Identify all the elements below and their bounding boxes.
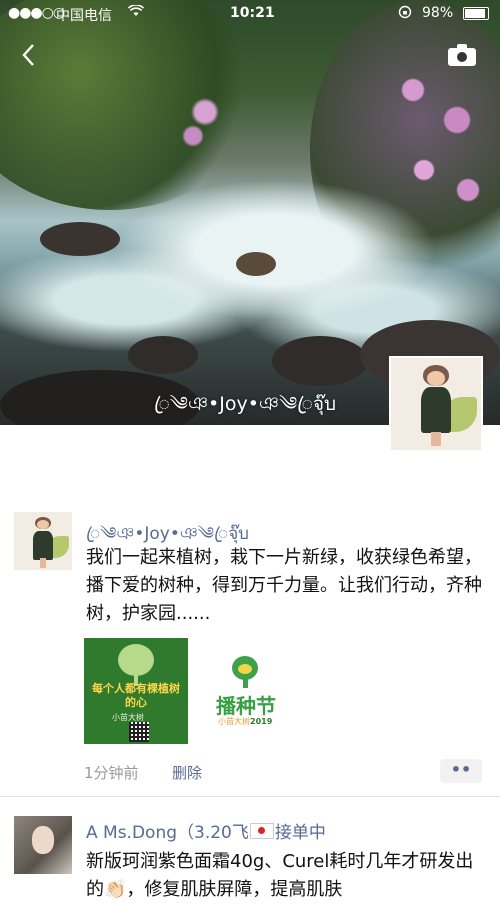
- carrier-name: 中国电信: [56, 8, 112, 24]
- post-image[interactable]: 每个人都有棵植树的心 小苗大树: [84, 638, 188, 744]
- cover-rock: [236, 252, 276, 276]
- avatar[interactable]: [14, 512, 72, 570]
- post-image[interactable]: 播种节 小苗大树2019: [198, 638, 302, 744]
- cover-rock: [40, 222, 120, 256]
- profile-avatar[interactable]: [389, 356, 483, 452]
- cover-rock: [272, 336, 368, 386]
- cover-rock: [128, 336, 198, 374]
- delete-link[interactable]: 删除: [172, 762, 202, 783]
- avatar[interactable]: [14, 816, 72, 874]
- battery-icon: [463, 7, 489, 20]
- wifi-icon: [127, 4, 145, 21]
- camera-icon[interactable]: [448, 44, 476, 66]
- image-title: 播种节: [216, 694, 276, 718]
- more-options-button[interactable]: ••: [440, 759, 482, 783]
- qr-code: [129, 722, 149, 742]
- moment-post: A Ms.Dong（3.20飞 接单中 新版珂润紫色面霜40g、Curel耗时几年…: [0, 796, 500, 900]
- moment-post: ꦿ༄ঞ•Joy•ঞ༄ꦿจุ๊บ 我们一起来植树，栽下一片新绿，收获绿色希望，播下…: [0, 500, 500, 797]
- back-arrow-icon[interactable]: [14, 42, 44, 72]
- rotation-lock-icon: [398, 5, 412, 23]
- battery-percent: 98%: [422, 5, 454, 21]
- post-text: 我们一起来植树，栽下一片新绿，收获绿色希望，播下爱的树种，得到万千力量。让我们行…: [86, 547, 482, 624]
- cover-user-name: ꦿ༄ঞ•Joy•ঞ༄ꦿจุ๊บ: [154, 393, 337, 415]
- status-bar: ●●●○○ 中国电信 10:21 98%: [0, 0, 500, 28]
- cover-flowers: [175, 80, 235, 160]
- image-caption: 每个人都有棵植树的心: [92, 682, 180, 709]
- image-brand: 小苗大树2019: [218, 717, 273, 726]
- japan-flag-icon: [249, 823, 274, 839]
- post-text: 新版珂润紫色面霜40g、Curel耗时几年才研发出的👏🏻，修复肌肤屏障，提高肌肤: [86, 851, 474, 900]
- post-author-name[interactable]: A Ms.Dong（3.20飞 接单中: [86, 818, 326, 843]
- clock: 10:21: [230, 5, 275, 21]
- post-timestamp: 1分钟前: [84, 764, 139, 782]
